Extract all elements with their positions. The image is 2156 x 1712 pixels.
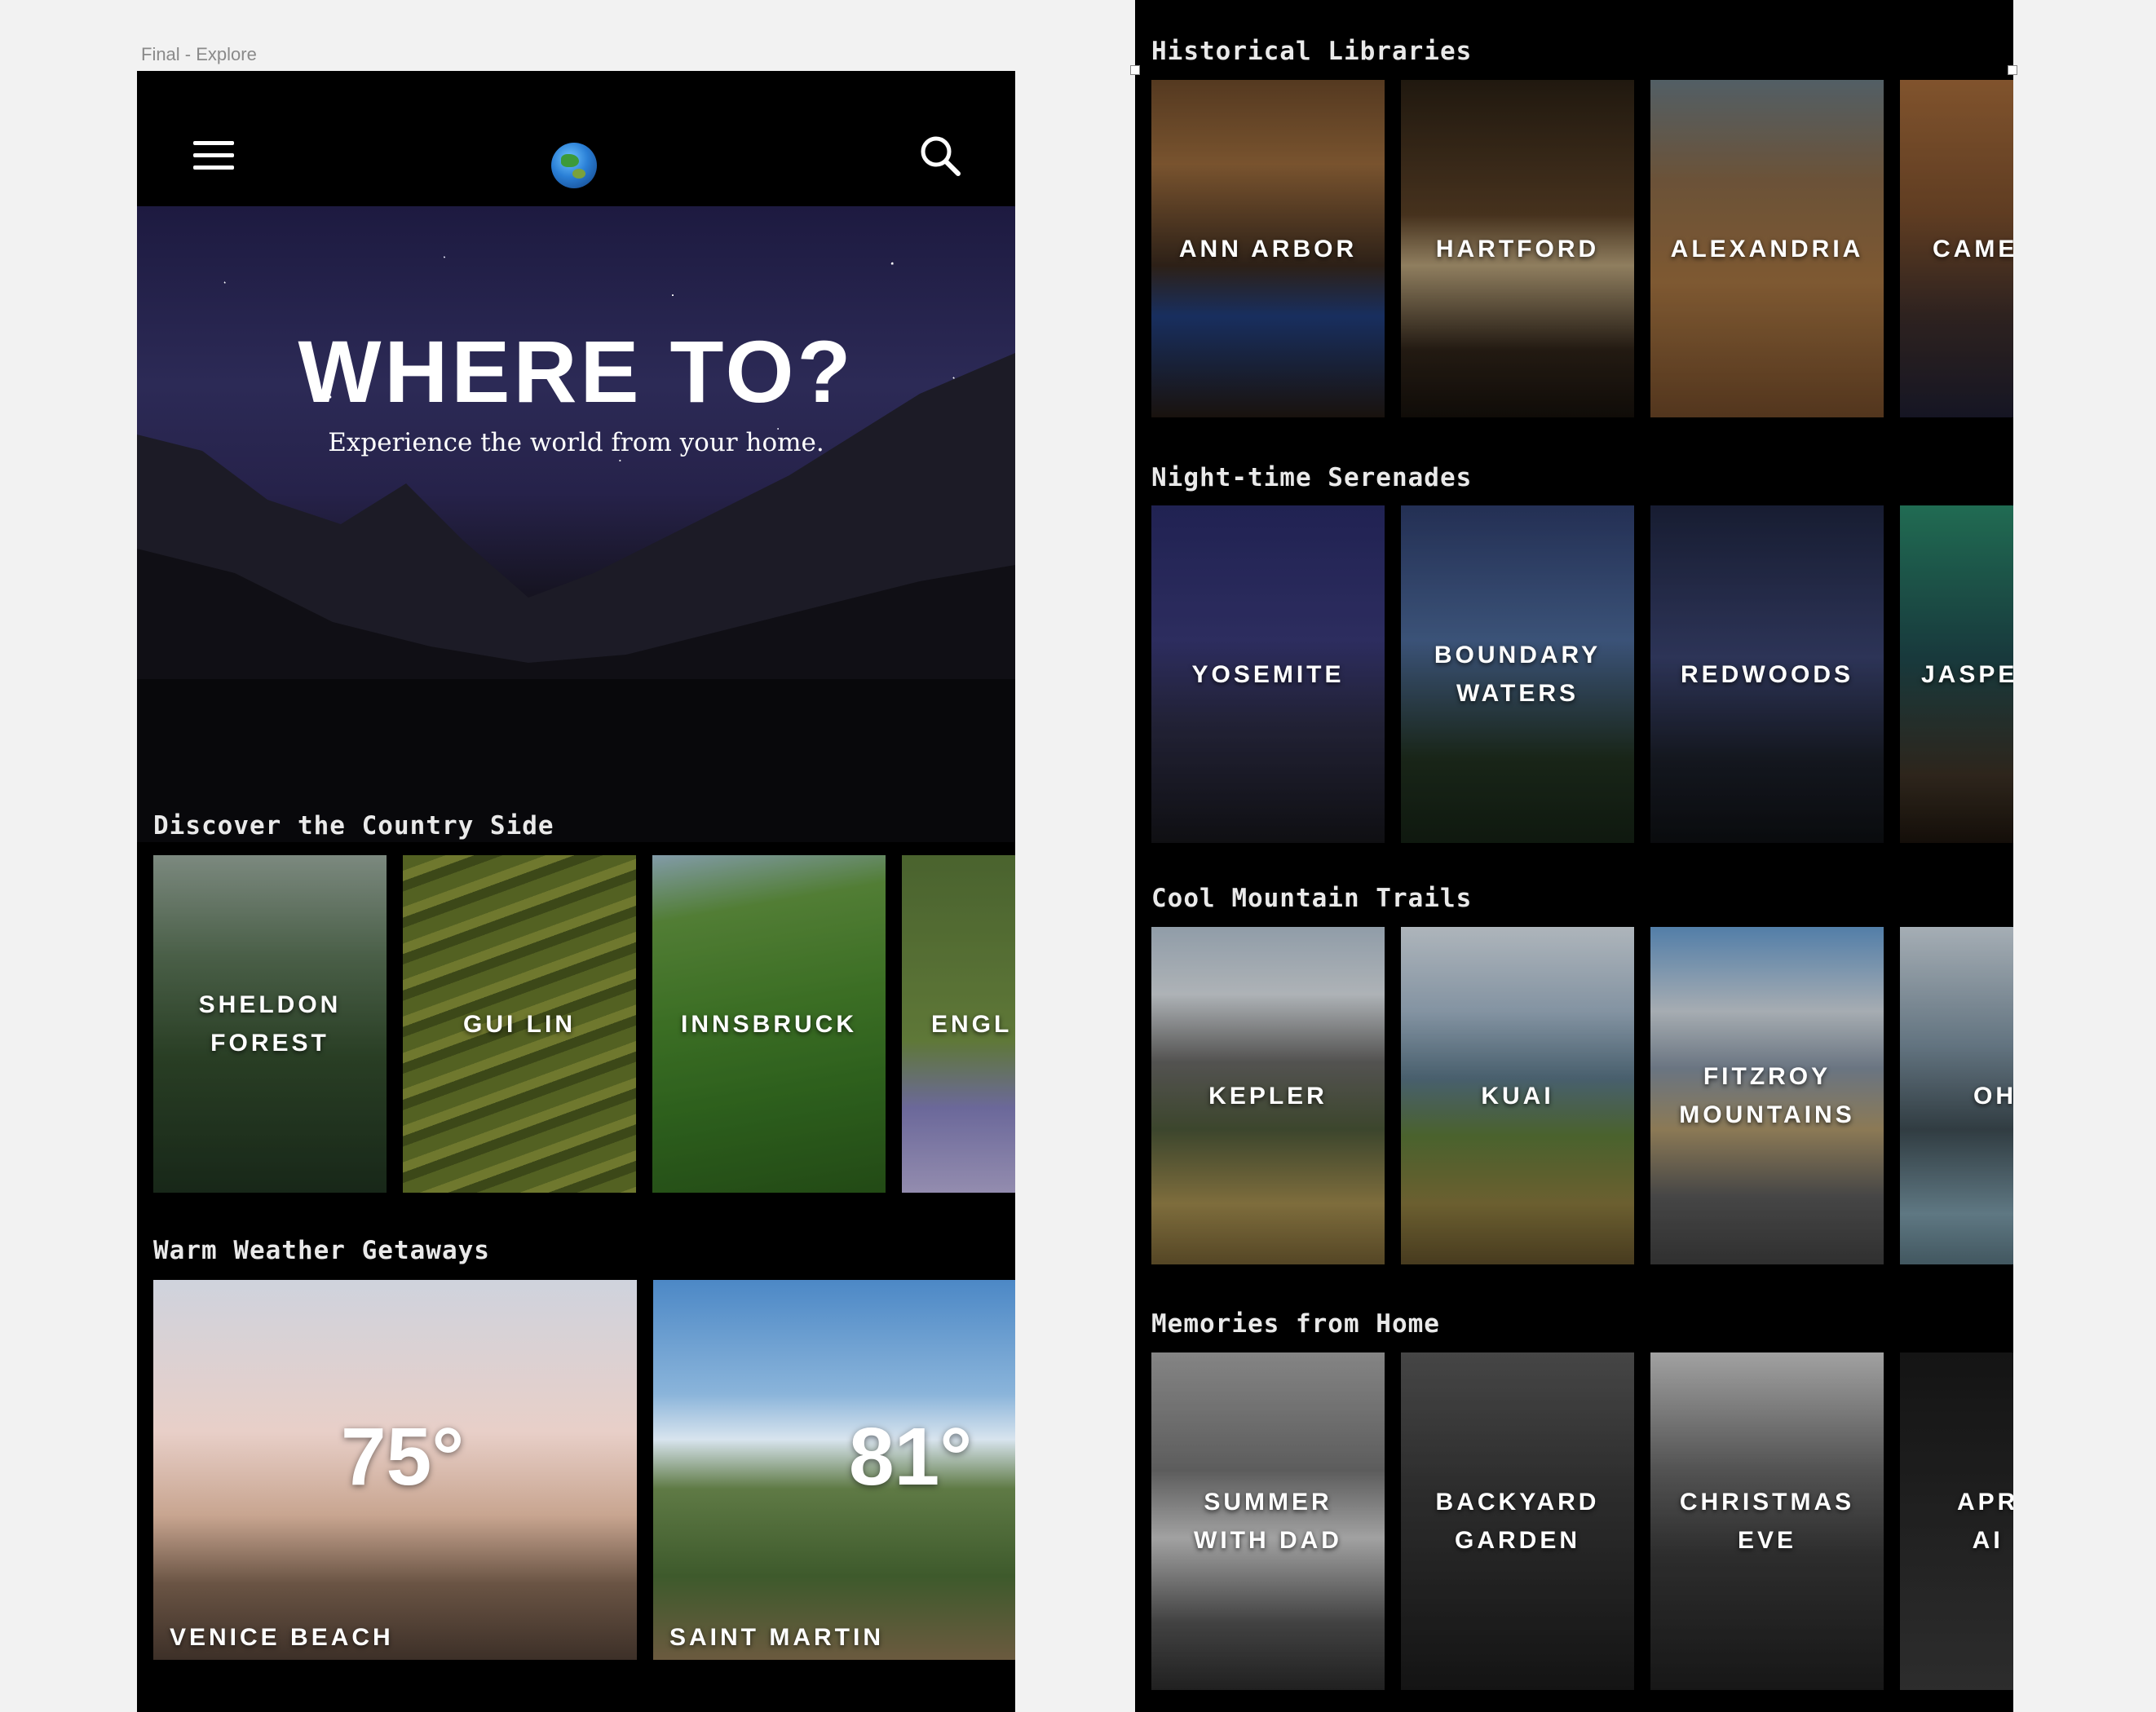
- card-label: BACKYARD GARDEN: [1435, 1489, 1600, 1554]
- top-navigation-bar: [137, 71, 1015, 206]
- card-label: ENGL: [931, 1010, 1013, 1038]
- card-label: VENICE BEACH: [170, 1624, 394, 1651]
- hero-banner: WHERE TO? Experience the world from your…: [137, 206, 1015, 842]
- section-title-country: Discover the Country Side: [153, 811, 554, 841]
- card-innsbruck[interactable]: INNSBRUCK: [652, 855, 886, 1193]
- section-title-mountain: Cool Mountain Trails: [1151, 884, 1473, 913]
- hamburger-menu-icon[interactable]: [193, 141, 234, 170]
- selection-handle[interactable]: [2008, 65, 2017, 75]
- card-label: CHRISTMAS EVE: [1679, 1489, 1855, 1554]
- card-label: INNSBRUCK: [681, 1010, 857, 1038]
- card-label: KEPLER: [1208, 1082, 1328, 1110]
- card-label: FITZROY MOUNTAINS: [1679, 1063, 1855, 1128]
- card-april[interactable]: APR AI: [1900, 1352, 2013, 1690]
- card-ann-arbor[interactable]: ANN ARBOR: [1151, 80, 1385, 417]
- temperature-label: 75°: [341, 1411, 465, 1502]
- card-saint-martin[interactable]: 81° SAINT MARTIN: [653, 1280, 1015, 1660]
- explore-screen: WHERE TO? Experience the world from your…: [137, 71, 1015, 1712]
- card-england[interactable]: ENGL: [902, 855, 1015, 1193]
- card-label: ANN ARBOR: [1178, 235, 1358, 263]
- card-label: ALEXANDRIA: [1670, 235, 1864, 263]
- card-oh[interactable]: OH: [1900, 927, 2013, 1264]
- memories-row: SUMMER WITH DAD BACKYARD GARDEN CHRISTMA…: [1151, 1352, 2013, 1690]
- card-yosemite[interactable]: YOSEMITE: [1151, 505, 1385, 843]
- card-label: REDWOODS: [1681, 660, 1853, 688]
- section-title-memories: Memories from Home: [1151, 1309, 1440, 1339]
- section-title-libraries: Historical Libraries: [1151, 37, 1473, 66]
- card-alexandria[interactable]: ALEXANDRIA: [1650, 80, 1884, 417]
- search-icon[interactable]: [919, 135, 961, 177]
- card-redwoods[interactable]: REDWOODS: [1650, 505, 1884, 843]
- card-hartford[interactable]: HARTFORD: [1401, 80, 1634, 417]
- card-christmas-eve[interactable]: CHRISTMAS EVE: [1650, 1352, 1884, 1690]
- card-summer-with-dad[interactable]: SUMMER WITH DAD: [1151, 1352, 1385, 1690]
- card-cambridge[interactable]: CAME: [1900, 80, 2013, 417]
- card-label: JASPE: [1921, 660, 2013, 688]
- temperature-label: 81°: [849, 1411, 973, 1502]
- card-label: HARTFORD: [1435, 235, 1600, 263]
- card-label: GUI LIN: [463, 1010, 576, 1038]
- card-label: CAME: [1933, 235, 2013, 263]
- hero-title: WHERE TO?: [298, 322, 855, 421]
- card-jasper[interactable]: JASPE: [1900, 505, 2013, 843]
- card-venice-beach[interactable]: 75° VENICE BEACH: [153, 1280, 637, 1660]
- card-label: YOSEMITE: [1191, 660, 1345, 688]
- card-label: OH: [1973, 1082, 2013, 1110]
- card-label: SHELDON FOREST: [198, 991, 342, 1057]
- artboard-label: Final - Explore: [141, 44, 257, 64]
- selection-handle[interactable]: [1130, 65, 1140, 75]
- card-label: APR AI: [1957, 1489, 2013, 1554]
- country-row: SHELDON FOREST GUI LIN INNSBRUCK ENGL: [153, 855, 1015, 1193]
- hero-subtitle: Experience the world from your home.: [328, 428, 824, 457]
- night-row: YOSEMITE BOUNDARY WATERS REDWOODS JASPE: [1151, 505, 2013, 843]
- card-boundary-waters[interactable]: BOUNDARY WATERS: [1401, 505, 1634, 843]
- libraries-row: ANN ARBOR HARTFORD ALEXANDRIA CAME: [1151, 80, 2013, 417]
- card-gui-lin[interactable]: GUI LIN: [403, 855, 636, 1193]
- card-kepler[interactable]: KEPLER: [1151, 927, 1385, 1264]
- card-label: SAINT MARTIN: [669, 1624, 884, 1651]
- card-backyard-garden[interactable]: BACKYARD GARDEN: [1401, 1352, 1634, 1690]
- card-fitzroy-mountains[interactable]: FITZROY MOUNTAINS: [1650, 927, 1884, 1264]
- section-title-night: Night-time Serenades: [1151, 463, 1473, 492]
- card-label: KUAI: [1481, 1082, 1554, 1110]
- card-label: SUMMER WITH DAD: [1194, 1489, 1342, 1554]
- card-kuai[interactable]: KUAI: [1401, 927, 1634, 1264]
- warm-row: 75° VENICE BEACH 81° SAINT MARTIN: [153, 1280, 1015, 1660]
- mountain-row: KEPLER KUAI FITZROY MOUNTAINS OH: [1151, 927, 2013, 1264]
- card-label: BOUNDARY WATERS: [1434, 642, 1602, 707]
- explore-screen-continued: Historical Libraries ANN ARBOR HARTFORD …: [1135, 0, 2013, 1712]
- card-sheldon-forest[interactable]: SHELDON FOREST: [153, 855, 387, 1193]
- section-title-warm: Warm Weather Getaways: [153, 1236, 490, 1265]
- globe-icon[interactable]: [551, 143, 597, 188]
